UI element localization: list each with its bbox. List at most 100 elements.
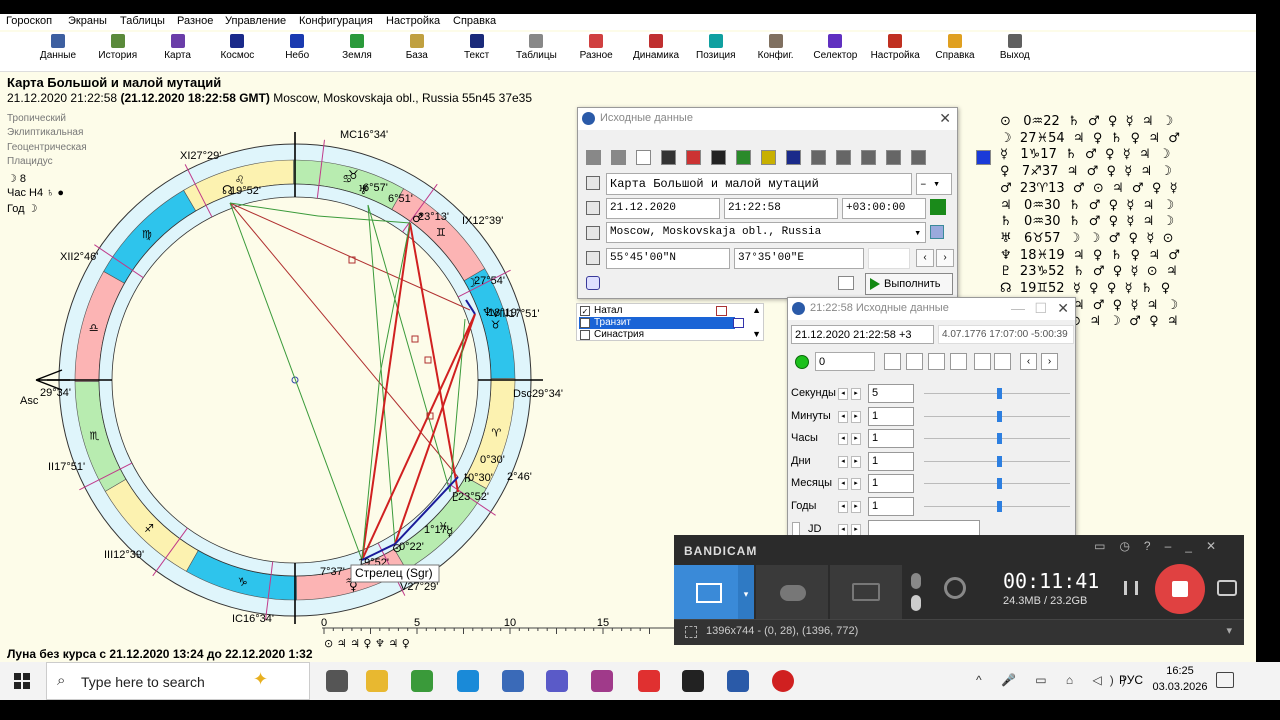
copy-icon[interactable]	[838, 276, 854, 290]
run-button[interactable]: Выполнить	[865, 273, 953, 295]
chevron-down-icon[interactable]: ▾	[1226, 624, 1232, 637]
toolbar-button-3[interactable]: Космос	[207, 34, 267, 72]
step-decrease-button[interactable]: ◂	[838, 500, 848, 513]
clock-time[interactable]: 16:25	[1160, 665, 1200, 677]
globe-icon[interactable]	[586, 276, 600, 290]
step-decrease-button[interactable]: ◂	[838, 433, 848, 445]
coords-icon[interactable]	[586, 251, 600, 265]
minimize-icon[interactable]: —	[1011, 300, 1025, 316]
toolbar-button-5[interactable]: Земля	[327, 34, 387, 72]
go-indicator[interactable]	[795, 355, 809, 369]
next-button[interactable]: ›	[936, 249, 954, 267]
list-scroll-down[interactable]: ▼	[752, 329, 761, 339]
chart-name-field[interactable]: Карта Большой и малой мутаций	[606, 173, 912, 195]
astrology-app-icon[interactable]	[727, 670, 749, 692]
task-view-icon[interactable]	[326, 670, 348, 692]
window-icon[interactable]	[950, 353, 967, 370]
swap-icon[interactable]	[884, 353, 901, 370]
natal-chart-wheel[interactable]: ♈♉♊♋♌♍♎♏♐♑ ♒♓MC16°34'XI27°29'XII2°46'Asc2…	[0, 104, 580, 624]
altitude-field[interactable]	[868, 248, 910, 269]
step-decrease-button[interactable]: ◂	[838, 478, 848, 490]
prev-button[interactable]: ‹	[916, 249, 934, 267]
step-decrease-button[interactable]: ◂	[838, 388, 848, 400]
toolbar-button-4[interactable]: Небо	[267, 34, 327, 72]
step-slider-thumb[interactable]	[997, 388, 1002, 399]
mode-dropdown[interactable]: ▾	[738, 565, 754, 623]
chart-type-item[interactable]: Синастрия	[579, 329, 735, 341]
toolbar-button-14[interactable]: Настройка	[865, 34, 925, 72]
webcam-icon[interactable]	[944, 577, 966, 599]
step-slider-thumb[interactable]	[997, 478, 1002, 489]
step-slider-thumb[interactable]	[997, 433, 1002, 444]
toolbar-button-12[interactable]: Конфиг.	[746, 34, 806, 72]
paste-icon[interactable]	[611, 150, 626, 165]
shield-icon[interactable]	[786, 150, 801, 165]
time-field[interactable]: 21:22:58	[724, 198, 838, 219]
ring-icon[interactable]	[928, 353, 945, 370]
map-icon[interactable]	[586, 226, 600, 240]
forward-icon[interactable]: ›	[1041, 353, 1058, 370]
keyboard-language[interactable]: РУС	[1119, 673, 1143, 687]
blank-icon[interactable]	[911, 150, 926, 165]
winrar-icon[interactable]	[591, 670, 613, 692]
menu-item-2[interactable]: Таблицы	[120, 15, 165, 27]
bandicam-record-icon[interactable]	[772, 670, 794, 692]
pause-icon[interactable]	[1124, 581, 1138, 595]
toolbar-button-10[interactable]: Динамика	[626, 34, 686, 72]
windows-start-icon[interactable]	[14, 673, 30, 689]
yandex-icon[interactable]	[638, 670, 660, 692]
toolbar-button-15[interactable]: Справка	[925, 34, 985, 72]
clock-date[interactable]: 03.03.2026	[1150, 681, 1210, 693]
step-increase-button[interactable]: ▸	[851, 410, 861, 423]
save-icon[interactable]	[994, 353, 1011, 370]
toolbar-button-11[interactable]: Позиция	[686, 34, 746, 72]
planet-glyph[interactable]: ♆	[482, 305, 493, 319]
menu-item-5[interactable]: Конфигурация	[299, 15, 373, 27]
toolbar-button-13[interactable]: Селектор	[805, 34, 865, 72]
map-picker-icon[interactable]	[930, 225, 944, 239]
planet-glyph[interactable]: ♄	[462, 471, 473, 485]
menu-item-3[interactable]: Разное	[177, 15, 213, 27]
toolbar-button-16[interactable]: Выход	[985, 34, 1045, 72]
step-value[interactable]: 1	[868, 451, 914, 471]
mic-controls[interactable]	[906, 571, 926, 617]
save-icon[interactable]	[661, 150, 676, 165]
step-increase-button[interactable]: ▸	[851, 388, 861, 400]
menu-item-6[interactable]: Настройка	[386, 15, 440, 27]
reference-date-field[interactable]: 4.07.1776 17:07:00 -5:00:39	[938, 325, 1074, 344]
notification-icon[interactable]	[1216, 672, 1234, 688]
step-counter[interactable]: 0	[815, 352, 875, 371]
step-value[interactable]: 1	[868, 474, 914, 493]
close-icon[interactable]: ✕	[939, 110, 951, 127]
planet-glyph[interactable]: ♇	[450, 490, 461, 504]
planet-glyph[interactable]: ♉	[348, 168, 359, 182]
step-slider-thumb[interactable]	[997, 455, 1002, 467]
toolbar-button-6[interactable]: База	[387, 34, 447, 72]
maximize-icon[interactable]: ☐	[1034, 300, 1047, 317]
checkbox[interactable]	[580, 318, 590, 328]
menu-item-7[interactable]: Справка	[453, 15, 496, 27]
export-icon[interactable]	[974, 353, 991, 370]
menu-item-4[interactable]: Управление	[225, 15, 286, 27]
copy-icon[interactable]	[586, 150, 601, 165]
longitude-field[interactable]: 37°35'00"E	[734, 248, 864, 269]
teams-icon[interactable]	[546, 670, 568, 692]
new-icon[interactable]	[636, 150, 651, 165]
swap-icon[interactable]	[836, 150, 851, 165]
k-icon[interactable]	[711, 150, 726, 165]
date-field[interactable]: 21.12.2020	[606, 198, 720, 219]
step-slider-thumb[interactable]	[997, 410, 1002, 422]
planet-glyph[interactable]: ⊙	[392, 541, 402, 555]
toolbar-button-0[interactable]: Данные	[28, 34, 88, 72]
moon-icon[interactable]	[811, 150, 826, 165]
back-icon[interactable]: ‹	[1020, 353, 1037, 370]
doc-icon[interactable]	[586, 176, 600, 190]
roblox-icon[interactable]	[682, 670, 704, 692]
menu-item-0[interactable]: Гороскоп	[6, 15, 52, 27]
tz-color-indicator[interactable]	[930, 199, 946, 215]
device-mode-button[interactable]	[830, 565, 902, 623]
step-increase-button[interactable]: ▸	[851, 500, 861, 513]
toolbar-button-8[interactable]: Таблицы	[506, 34, 566, 72]
planet-glyph[interactable]: ☿	[446, 525, 453, 539]
step-value[interactable]: 1	[868, 429, 914, 448]
